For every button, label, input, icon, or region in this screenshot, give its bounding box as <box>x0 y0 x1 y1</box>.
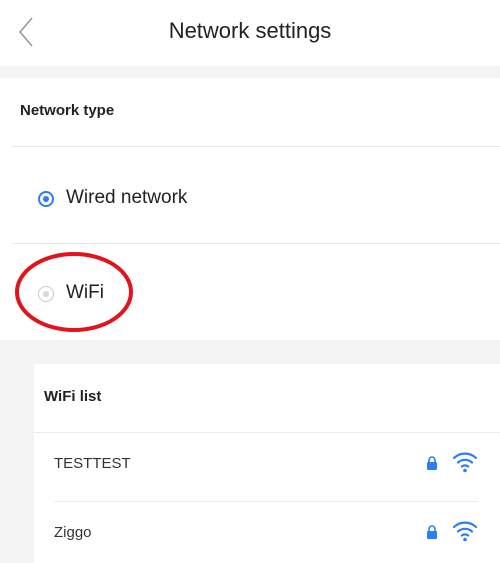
wifi-network-row[interactable]: TESTTEST <box>34 433 500 499</box>
divider <box>12 146 500 147</box>
section-separator <box>0 66 500 78</box>
wifi-network-name: Ziggo <box>54 524 92 541</box>
radio-button-checked[interactable] <box>38 191 54 207</box>
wifi-list-card: WiFi list TESTTEST Ziggo <box>34 364 500 563</box>
wifi-signal-icon <box>452 452 478 473</box>
wifi-network-name: TESTTEST <box>54 455 131 472</box>
lock-icon <box>427 456 437 470</box>
wifi-signal-icon <box>452 521 478 542</box>
radio-button-unchecked[interactable] <box>38 286 54 302</box>
radio-label-wired-network: Wired network <box>66 187 188 208</box>
radio-option-wifi[interactable]: WiFi <box>0 244 500 340</box>
header-bar: Network settings <box>0 0 500 66</box>
network-type-heading: Network type <box>20 102 115 119</box>
radio-label-wifi: WiFi <box>66 282 104 303</box>
lock-icon <box>427 525 437 539</box>
wifi-list-heading: WiFi list <box>44 388 102 405</box>
wifi-list-section: WiFi list TESTTEST Ziggo <box>0 340 500 563</box>
wifi-network-row[interactable]: Ziggo <box>34 502 500 563</box>
radio-option-wired-network[interactable]: Wired network <box>0 148 500 244</box>
network-settings-screen: Network settings Network type Wired netw… <box>0 0 500 563</box>
page-title: Network settings <box>168 18 332 43</box>
